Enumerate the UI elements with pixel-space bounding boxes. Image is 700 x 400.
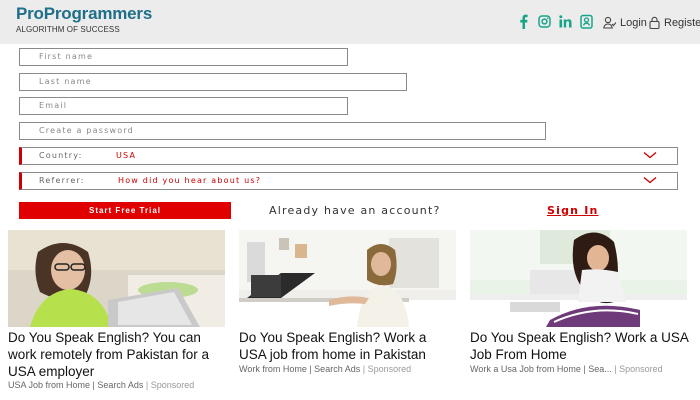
ad-source: Work from Home | Search Ads [239,364,361,374]
ad-image[interactable] [8,230,225,327]
last-name-placeholder: Last name [39,77,92,86]
email-placeholder: Email [39,101,68,110]
ad-sponsored: | Sponsored [362,364,412,374]
site-header: ProProgrammers ALGORITHM OF SUCCESS Logi… [0,0,700,44]
start-free-trial-button[interactable]: Start Free Trial [19,202,231,219]
login-link[interactable]: Login [603,16,647,29]
country-select[interactable]: Country: USA [19,147,678,165]
already-have-account-text: Already have an account? [269,204,441,217]
ad-sponsored: | Sponsored [145,380,195,390]
ad-image[interactable] [239,230,456,327]
ad-title[interactable]: Do You Speak English? You can work remot… [8,329,228,380]
social-links [516,13,594,29]
email-field[interactable]: Email [19,97,348,115]
first-name-field[interactable]: First name [19,48,348,66]
instagram-icon[interactable] [537,13,552,29]
referrer-label: Referrer: [39,176,85,185]
first-name-placeholder: First name [39,52,94,61]
ad-image[interactable] [470,230,687,327]
login-label: Login [620,16,647,29]
password-field[interactable]: Create a password [19,122,546,140]
facebook-icon[interactable] [516,13,531,29]
sign-in-link[interactable]: Sign In [547,204,599,217]
ad-card[interactable]: Do You Speak English? Work a USA Job Fro… [470,230,688,374]
ad-title[interactable]: Do You Speak English? Work a USA Job Fro… [470,329,690,363]
ad-meta: Work from Home | Search Ads | Sponsored [239,364,411,374]
ad-source: Work a Usa Job from Home | Sea... [470,364,612,374]
lock-icon [649,16,660,29]
ad-source: USA Job from Home | Search Ads [8,380,144,390]
linkedin-icon[interactable] [558,13,573,29]
password-placeholder: Create a password [39,126,134,135]
register-label: Register [664,16,700,29]
signup-page: ProProgrammers ALGORITHM OF SUCCESS Logi… [0,0,700,400]
ad-meta: USA Job from Home | Search Ads | Sponsor… [8,380,194,390]
chevron-down-icon [643,152,657,159]
last-name-field[interactable]: Last name [19,73,407,91]
contact-icon[interactable] [579,13,594,29]
brand-logo[interactable]: ProProgrammers ALGORITHM OF SUCCESS [16,5,152,35]
ad-card[interactable]: Do You Speak English? Work a USA job fro… [239,230,456,374]
referrer-select[interactable]: Referrer: How did you hear about us? [19,172,678,190]
country-label: Country: [39,151,83,160]
brand-tagline: ALGORITHM OF SUCCESS [16,25,120,34]
register-link[interactable]: Register [649,16,700,29]
referrer-value: How did you hear about us? [118,176,262,185]
ad-title[interactable]: Do You Speak English? Work a USA job fro… [239,329,454,363]
country-value: USA [116,151,137,160]
ad-sponsored: | Sponsored [614,364,663,374]
chevron-down-icon [643,177,657,184]
brand-name: ProProgrammers [16,4,153,23]
user-icon [603,16,616,29]
ad-meta: Work a Usa Job from Home | Sea... | Spon… [470,364,663,374]
ad-card[interactable]: Do You Speak English? You can work remot… [8,230,225,390]
